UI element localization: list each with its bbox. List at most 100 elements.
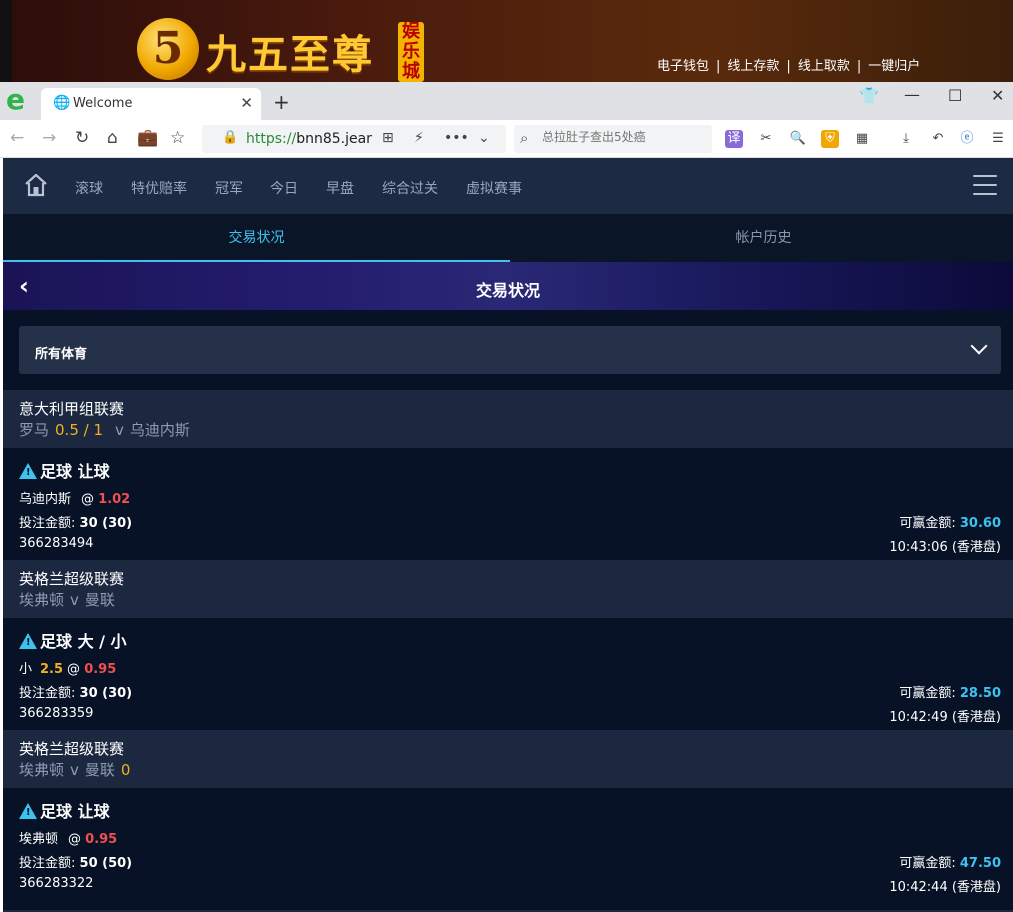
banner-edge <box>0 0 12 82</box>
chevron-down-icon[interactable]: ⌄ <box>478 130 490 146</box>
page-header: ‹ 交易状况 <box>3 262 1013 310</box>
match-line: 埃弗顿 v 曼联 0 <box>19 759 997 781</box>
stake: 投注金额: 50 (50) <box>19 852 132 871</box>
menu-icon[interactable]: ☰ <box>989 130 1007 148</box>
translate-page-icon[interactable]: ⊞ <box>382 130 394 146</box>
address-bar[interactable]: 🔒 https://bnn85.jeans ⊞ ⚡ ••• ⌄ <box>202 125 506 153</box>
league-name: 英格兰超级联赛 <box>19 570 125 588</box>
match-line: 罗马 0.5 / 1 v 乌迪内斯 <box>19 419 997 441</box>
vs-label: v <box>115 421 124 439</box>
league-name: 英格兰超级联赛 <box>19 740 125 758</box>
bet-card: 意大利甲组联赛 罗马 0.5 / 1 v 乌迪内斯 ! 足球 让球 乌迪内斯 @ 1.02… <box>3 390 1013 560</box>
stake-label: 投注金额: <box>19 516 76 531</box>
maximize-icon[interactable]: ☐ <box>948 86 962 105</box>
tab-transaction-status[interactable]: 交易状况 <box>3 214 510 262</box>
page-title: 交易状况 <box>475 281 540 300</box>
close-tab-icon[interactable]: ✕ <box>240 94 253 112</box>
nav-item-live[interactable]: 滚球 <box>75 178 103 198</box>
download-icon[interactable]: ⤓ <box>897 130 915 148</box>
away-team: 曼联 <box>84 591 115 609</box>
bet-time: 10:42:44 (香港盘) <box>889 880 1001 895</box>
stake: 投注金额: 30 (30) <box>19 512 132 531</box>
new-tab-icon[interactable]: + <box>273 90 290 114</box>
search-input[interactable] <box>542 130 702 144</box>
bet-reference: 366283322 <box>19 876 94 891</box>
tab-title: Welcome <box>73 96 133 111</box>
odds-value: 0.95 <box>84 662 117 677</box>
more-icon[interactable]: ••• <box>444 130 469 146</box>
nav-item-virtual[interactable]: 虚拟赛事 <box>466 178 522 198</box>
browser-logo-icon: e <box>6 83 25 116</box>
shield-icon[interactable]: ⛨ <box>821 130 839 148</box>
link-withdraw[interactable]: 线上取款 <box>798 55 850 74</box>
link-wallet[interactable]: 电子钱包 <box>657 55 709 74</box>
potential-win: 可赢金额: 30.60 <box>899 512 1001 531</box>
bet-type-label: 足球 大 / 小 <box>40 632 127 651</box>
logo-tag-char: 乐 <box>402 41 420 62</box>
nav-item-today[interactable]: 今日 <box>270 178 298 198</box>
bet-type: ! 足球 大 / 小 <box>19 628 127 652</box>
potential-win: 可赢金额: 47.50 <box>899 852 1001 871</box>
browser-tab[interactable]: 🌐 Welcome ✕ <box>41 88 261 120</box>
lightning-icon[interactable]: ⚡ <box>414 130 424 146</box>
scissors-icon[interactable]: ✂ <box>757 130 775 148</box>
stake-value: 30 (30) <box>79 686 133 701</box>
vs-label: v <box>70 591 79 609</box>
home-team: 埃弗顿 <box>19 761 65 779</box>
warning-icon: ! <box>19 633 37 649</box>
selection-name: 小 <box>19 662 33 677</box>
star-list-icon[interactable]: ☆ <box>170 128 185 148</box>
bet-selection: 小 2.5 @ 0.95 <box>19 658 116 677</box>
selection-name: 埃弗顿 <box>19 832 59 847</box>
nav-item-early[interactable]: 早盘 <box>326 178 354 198</box>
logo-tag-char: 城 <box>402 61 420 82</box>
logo-numeral: 5 <box>137 18 199 80</box>
stake-label: 投注金额: <box>19 686 76 701</box>
sport-filter-value: 所有体育 <box>35 347 88 362</box>
home-nav-icon[interactable] <box>23 172 49 198</box>
link-consolidate[interactable]: 一键归户 <box>868 55 920 74</box>
nav-item-special-odds[interactable]: 特优赔率 <box>131 178 187 198</box>
logo-tag: 娱 乐 城 <box>398 22 424 82</box>
nav-item-parlay[interactable]: 综合过关 <box>382 178 438 198</box>
stake-label: 投注金额: <box>19 856 76 871</box>
skin-icon[interactable]: 👕 <box>859 86 879 105</box>
hamburger-menu-icon[interactable] <box>973 175 997 197</box>
search-icon: ⌕ <box>520 129 529 147</box>
tab-account-history[interactable]: 帐户历史 <box>510 214 1013 262</box>
browser-ie-icon[interactable]: ⓔ <box>958 130 976 148</box>
forward-arrow-icon[interactable]: → <box>42 128 56 148</box>
briefcase-icon[interactable]: 💼 <box>137 128 158 148</box>
bet-type: ! 足球 让球 <box>19 458 110 482</box>
bet-header: 英格兰超级联赛 埃弗顿 v 曼联 0 <box>3 730 1013 788</box>
stake-value: 50 (50) <box>79 856 133 871</box>
home-team: 罗马 <box>19 421 50 439</box>
close-window-icon[interactable]: ✕ <box>991 86 1004 105</box>
win-label: 可赢金额: <box>899 686 956 701</box>
warning-icon: ! <box>19 803 37 819</box>
undo-icon[interactable]: ↶ <box>929 130 947 148</box>
win-amount: 47.50 <box>959 856 1001 871</box>
browser-toolbar: ← → ↻ ⌂ 💼 ☆ 🔒 https://bnn85.jeans ⊞ ⚡ ••… <box>0 120 1013 158</box>
back-arrow-icon[interactable]: ← <box>10 128 24 148</box>
bet-reference: 366283359 <box>19 706 94 721</box>
link-separator: | <box>786 59 791 74</box>
bet-type-label: 足球 让球 <box>40 462 110 481</box>
minimize-icon[interactable]: — <box>904 85 920 104</box>
magnifier-ext-icon[interactable]: 🔍 <box>789 130 807 148</box>
bet-card: 英格兰超级联赛 埃弗顿 v 曼联 0 ! 足球 让球 埃弗顿 @ 0.95 投注金额: 5… <box>3 730 1013 900</box>
apps-grid-icon[interactable]: ▦ <box>853 130 871 148</box>
translate-ext-icon[interactable]: 译 <box>725 130 743 148</box>
nav-item-outright[interactable]: 冠军 <box>215 178 243 198</box>
sport-filter-select[interactable]: 所有体育 <box>19 326 1001 374</box>
potential-win: 可赢金额: 28.50 <box>899 682 1001 701</box>
odds-value: 0.95 <box>85 832 118 847</box>
bet-time: 10:42:49 (香港盘) <box>889 710 1001 725</box>
win-label: 可赢金额: <box>899 856 956 871</box>
bet-selection: 乌迪内斯 @ 1.02 <box>19 488 130 507</box>
home-icon[interactable]: ⌂ <box>107 128 118 148</box>
bet-body: ! 足球 让球 乌迪内斯 @ 1.02 投注金额: 30 (30) 36628349… <box>3 448 1013 560</box>
link-deposit[interactable]: 线上存款 <box>727 55 779 74</box>
reload-icon[interactable]: ↻ <box>75 128 89 148</box>
search-box[interactable]: ⌕ <box>514 125 712 153</box>
